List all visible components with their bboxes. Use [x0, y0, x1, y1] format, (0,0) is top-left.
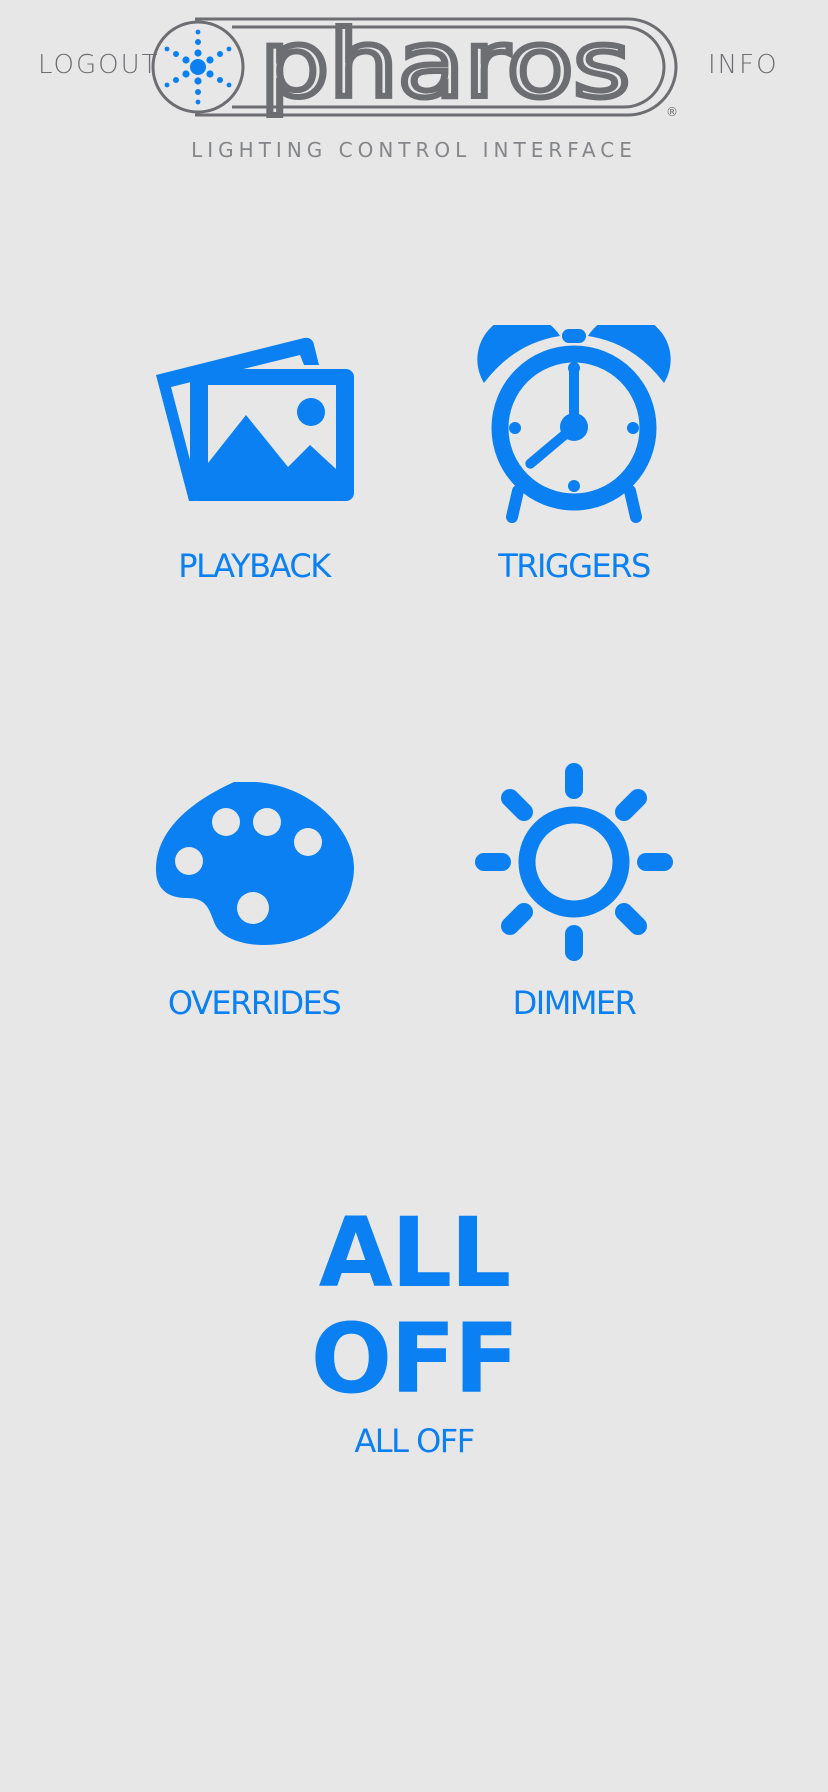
alarm-clock-icon [477, 325, 671, 523]
playback-button[interactable]: PLAYBACK [124, 325, 384, 625]
overrides-button[interactable]: OVERRIDES [124, 762, 384, 1062]
all-off-big-line2: OFF [310, 1303, 520, 1415]
dimmer-label: DIMMER [512, 984, 637, 1022]
info-link[interactable]: INFO [708, 50, 779, 80]
palette-icon [156, 782, 354, 945]
dimmer-button[interactable]: DIMMER [444, 762, 704, 1062]
logo-wordmark: pharos [260, 16, 630, 118]
starburst-icon [164, 29, 232, 105]
all-off-icon-text: ALL OFF [264, 1200, 564, 1412]
all-off-button[interactable]: ALL OFF ALL OFF [264, 1200, 564, 1470]
triggers-label: TRIGGERS [498, 547, 651, 585]
page-subtitle: LIGHTING CONTROL INTERFACE [191, 138, 637, 162]
registered-mark: ® [666, 105, 678, 118]
all-off-label: ALL OFF [354, 1422, 475, 1460]
triggers-button[interactable]: TRIGGERS [444, 325, 704, 625]
photos-icon [156, 337, 354, 501]
overrides-label: OVERRIDES [167, 984, 342, 1022]
logout-link[interactable]: LOGOUT [38, 50, 160, 80]
all-off-big-line1: ALL [318, 1197, 512, 1309]
sun-icon [475, 763, 673, 961]
playback-label: PLAYBACK [178, 547, 331, 585]
pharos-logo: pharos ® [151, 16, 678, 118]
